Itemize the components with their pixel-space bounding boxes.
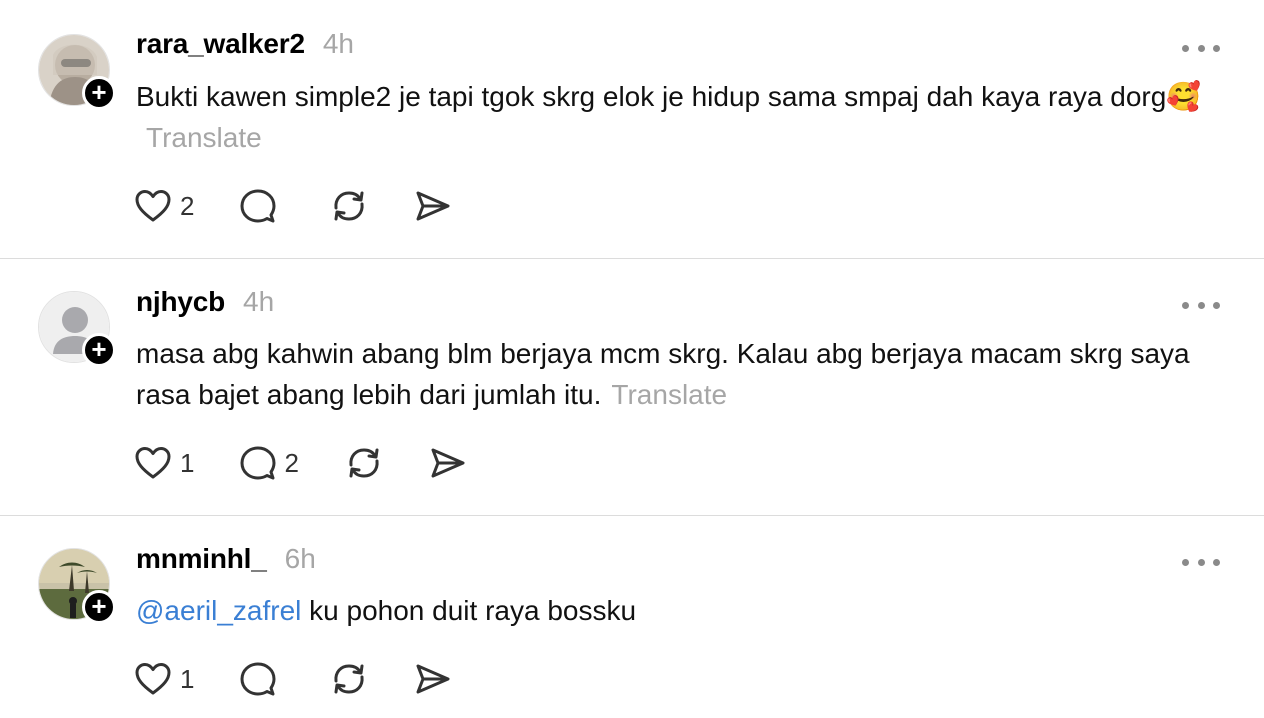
like-count: 1 bbox=[180, 663, 195, 694]
translate-link[interactable]: Translate bbox=[146, 122, 262, 153]
heart-icon bbox=[135, 447, 171, 479]
post-text: masa abg kahwin abang blm berjaya mcm sk… bbox=[136, 333, 1226, 415]
comment-bubble-icon bbox=[240, 662, 276, 696]
avatar[interactable]: + bbox=[38, 34, 116, 110]
repost-button[interactable] bbox=[345, 445, 383, 481]
translate-link[interactable]: Translate bbox=[611, 379, 727, 410]
follow-plus-icon[interactable]: + bbox=[82, 590, 116, 624]
more-options-icon[interactable] bbox=[1182, 552, 1220, 572]
post-body: ku pohon duit raya bossku bbox=[309, 595, 637, 626]
like-button[interactable]: 2 bbox=[134, 189, 194, 223]
avatar[interactable]: + bbox=[38, 291, 116, 367]
share-button[interactable] bbox=[414, 662, 452, 696]
share-button[interactable] bbox=[414, 189, 452, 223]
comment-bubble-icon bbox=[240, 189, 276, 223]
reply-button[interactable] bbox=[240, 188, 284, 224]
post-item: + rara_walker2 4h Bukti kawen simple2 je… bbox=[0, 0, 1264, 259]
like-count: 1 bbox=[180, 447, 195, 478]
like-button[interactable]: 1 bbox=[134, 662, 194, 696]
repost-icon bbox=[334, 191, 365, 221]
reply-count: 2 bbox=[284, 447, 299, 478]
send-icon bbox=[416, 664, 450, 694]
post-item: + mnminhl_ 6h @aeril_zafrel ku pohon dui… bbox=[0, 515, 1264, 718]
username[interactable]: mnminhl_ bbox=[136, 543, 267, 575]
like-count: 2 bbox=[180, 190, 195, 221]
post-item: + njhycb 4h masa abg kahwin abang blm be… bbox=[0, 258, 1264, 516]
mention-link[interactable]: @aeril_zafrel bbox=[136, 595, 301, 626]
follow-plus-icon[interactable]: + bbox=[82, 76, 116, 110]
repost-button[interactable] bbox=[330, 188, 368, 224]
send-icon bbox=[416, 191, 450, 221]
follow-plus-icon[interactable]: + bbox=[82, 333, 116, 367]
comment-bubble-icon bbox=[240, 446, 276, 480]
username[interactable]: rara_walker2 bbox=[136, 28, 305, 60]
username[interactable]: njhycb bbox=[136, 286, 225, 318]
repost-button[interactable] bbox=[330, 661, 368, 697]
repost-icon bbox=[349, 448, 379, 478]
heart-icon bbox=[135, 663, 171, 695]
post-time: 4h bbox=[322, 28, 355, 59]
post-text: @aeril_zafrel ku pohon duit raya bossku bbox=[136, 590, 1226, 631]
share-button[interactable] bbox=[429, 446, 467, 480]
post-time: 6h bbox=[284, 543, 316, 574]
reply-button[interactable]: 2 bbox=[240, 445, 299, 481]
repost-icon bbox=[334, 664, 365, 694]
post-text: Bukti kawen simple2 je tapi tgok skrg el… bbox=[136, 76, 1226, 158]
send-icon bbox=[431, 448, 465, 478]
post-body: Bukti kawen simple2 je tapi tgok skrg el… bbox=[136, 81, 1202, 112]
more-options-icon[interactable] bbox=[1182, 295, 1220, 315]
like-button[interactable]: 1 bbox=[134, 446, 194, 480]
post-time: 4h bbox=[243, 286, 275, 317]
more-options-icon[interactable] bbox=[1182, 38, 1220, 58]
avatar[interactable]: + bbox=[38, 548, 116, 624]
reply-button[interactable] bbox=[240, 661, 284, 697]
heart-icon bbox=[135, 190, 171, 222]
